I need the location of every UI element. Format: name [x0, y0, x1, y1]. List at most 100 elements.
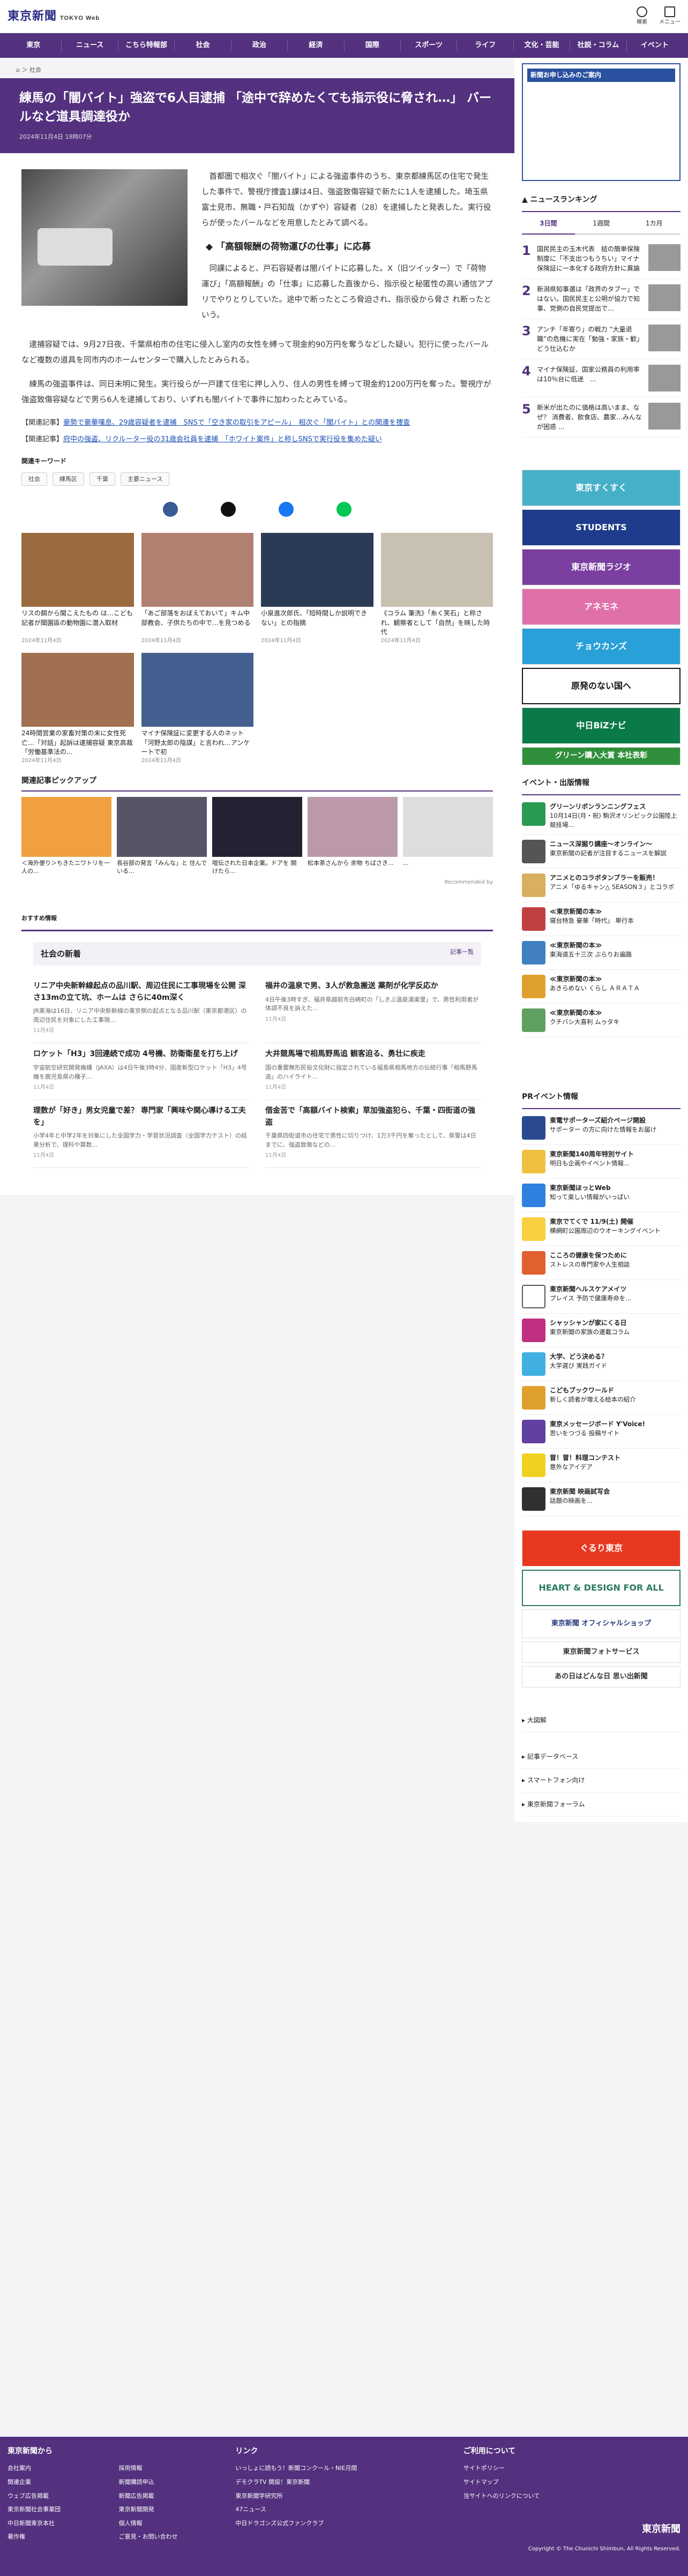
news-item[interactable]: 福井の温泉で男、3人が救急搬送 薬剤が化学反応か 4日午後3時すぎ、福井県越前市白… — [265, 975, 481, 1044]
nav-item[interactable]: 文化・芸能 — [514, 40, 571, 51]
footer-link[interactable]: デモクラTV 開設！東京新聞 — [235, 2477, 452, 2487]
ranking-item[interactable]: 4 マイナ保険証、国家公務員の利用率は10％台に低迷 ... — [522, 359, 680, 397]
nav-item[interactable]: ニュース — [62, 40, 118, 51]
pr-item[interactable]: シャッシャンが家にくる日 東京新聞の家族の連載コラム — [522, 1314, 680, 1348]
footer-link[interactable]: 東京新聞学研究所 — [235, 2491, 452, 2501]
ranking-item[interactable]: 2 新潟県知事選は「政界のタブー」ではない。国民民主と公明が協力で知事、党側の自民… — [522, 279, 680, 319]
pr-item[interactable]: こころの健康を保つために ストレスの専門家や人生相談 — [522, 1246, 680, 1281]
keyword-chip[interactable]: 練馬区 — [53, 472, 84, 486]
subscription-promo[interactable]: 新聞お申し込みのご案内 — [522, 63, 680, 181]
pr-item[interactable]: 東電サポーターズ紹介ページ開設 サポーター の方に向けた情報をお届け — [522, 1111, 680, 1146]
footer-link[interactable]: 中日新聞東京本社 — [8, 2519, 114, 2528]
banner-anemone[interactable]: アネモネ — [522, 588, 680, 625]
tab-1week[interactable]: 1週間 — [574, 214, 628, 235]
site-logo[interactable]: 東京新聞 TOKYO Web — [8, 7, 100, 26]
nav-item[interactable]: 社説・コラム — [570, 40, 627, 51]
banner-bizunavi[interactable]: 中日BiZナビ — [522, 707, 680, 744]
pr-item[interactable]: 東京新聞140周年特別サイト 明日も企画やイベント情報... — [522, 1145, 680, 1179]
related-card[interactable]: マイナ保険証に変更する人のネット「河野太郎の陰謀」と言われ…アンケートで初 20… — [141, 653, 253, 765]
news-item[interactable]: 借金苦で「高額バイト検索」草加強盗犯ら、千葉・四街道の強盗 千葉県四街道市の住宅で… — [265, 1100, 481, 1169]
banner-chokanzu[interactable]: チョウカンズ — [522, 628, 680, 665]
pr-item[interactable]: 東京でてくで 11/9(土) 開催 横網町公園周辺のウオーキングイベント — [522, 1212, 680, 1247]
banner-green[interactable]: グリーン購入大賞 本社表彰 — [522, 747, 680, 765]
event-item[interactable]: グリーンリボンランニングフェス 10月14日(月・祝) 駒沢オリンピック公園陸上競… — [522, 797, 680, 835]
related-card[interactable]: 《コラム 筆洗》「糸く笑石」と称され、観察者として「自然」を映した時代 2024年… — [380, 533, 493, 645]
footer-link[interactable]: 新聞広告掲載 — [119, 2491, 225, 2501]
pr-item[interactable]: 東京メッセージボード Y'Voice! 思いをつづる 投稿サイト — [522, 1415, 680, 1449]
ranking-item[interactable]: 1 国民民主の玉木代表 結の簡単保険制度に「不支出つもうちい」マイナ保険証に一本化… — [522, 239, 680, 279]
ranking-item[interactable]: 3 アンチ「年寄り」の戦力 “大量退職”の危機に実在「勉強・家族・歓」どう仕込むか — [522, 319, 680, 359]
x-share-icon[interactable] — [221, 502, 236, 517]
footer-link[interactable]: 新聞購読申込 — [119, 2477, 225, 2487]
keyword-chip[interactable]: 主要ニュース — [121, 472, 170, 486]
related-card[interactable]: 24時間営業の家畜対策の末に女性死亡…「対話」起訴は逮捕容疑 東京高裁「労働基準… — [21, 653, 134, 765]
banner-shop[interactable]: 東京新聞 オフィシャルショップ — [522, 1609, 680, 1639]
nav-item[interactable]: スポーツ — [401, 40, 458, 51]
related-link[interactable]: 府中の強盗、リクルーター役の31歳会社員を逮捕 「ホワイト案件」と称しSNSで実… — [63, 435, 382, 443]
side-link[interactable]: ▸ 大図解 — [522, 1709, 680, 1733]
nav-item[interactable]: 社会 — [175, 40, 231, 51]
footer-link[interactable]: 採用情報 — [119, 2464, 225, 2473]
side-link[interactable]: ▸ スマートフォン向け — [522, 1769, 680, 1793]
facebook-icon[interactable] — [279, 502, 294, 517]
related-card[interactable]: 「あご部落をおぼえておいて」キム中部教会、子供たちの中で…を見つめる 2024年1… — [141, 533, 253, 645]
event-item[interactable]: ニュース深掘り講座〜オンライン〜 東京新聞の記者が注目するニュースを解説 — [522, 835, 680, 869]
nav-item[interactable]: 政治 — [231, 40, 288, 51]
pickup-card[interactable]: 長谷部の発言「みんな」と 住んでいる... — [117, 796, 207, 876]
banner-gururi[interactable]: ぐるり東京 — [522, 1530, 680, 1567]
pr-item[interactable]: 東京新聞 映画試写会 話題の映画を... — [522, 1482, 680, 1517]
related-card[interactable]: リスの餌から聞こえたもの は…こども記者が聞園區の動物園に潜入取材 2024年11… — [21, 533, 134, 645]
news-item[interactable]: 大井競馬場で相馬野馬追 観客迫る、勇壮に疾走 国の重要無形民俗文化財に指定されてい… — [265, 1043, 481, 1101]
news-item[interactable]: 理数が「好き」男女児童で差？ 専門家「興味や関心導ける工夫を」 小学4年と中学2年… — [33, 1100, 249, 1169]
menu-button[interactable]: メニュー — [659, 6, 680, 27]
nav-item[interactable]: 経済 — [288, 40, 345, 51]
event-item[interactable]: ≪東京新聞の本≫ クチバシ大喜利 ムゥタキ — [522, 1004, 680, 1037]
footer-link[interactable]: ウェブ広告掲載 — [8, 2491, 114, 2501]
footer-link[interactable]: 関連企業 — [8, 2477, 114, 2487]
news-item[interactable]: ロケット「H3」3回連続で成功 4号機、防衛衛星を打ち上げ 宇宙航空研究開発機構（… — [33, 1043, 249, 1101]
keyword-chip[interactable]: 千葉 — [89, 472, 115, 486]
tab-3days[interactable]: 3日間 — [522, 214, 575, 235]
footer-link[interactable]: 著作権 — [8, 2532, 114, 2542]
side-link[interactable]: ▸ 記事データベース — [522, 1745, 680, 1769]
footer-link[interactable]: 会社案内 — [8, 2464, 114, 2473]
nav-item[interactable]: ライフ — [457, 40, 514, 51]
banner-sukusuku[interactable]: 東京すくすく — [522, 469, 680, 506]
pickup-card[interactable]: ＜海外便り＞ちきたニワトリを一人の... — [21, 796, 111, 876]
line-share-icon[interactable] — [336, 502, 352, 517]
banner-radio[interactable]: 東京新聞ラジオ — [522, 548, 680, 585]
footer-link[interactable]: いっしょに読もう！新聞コンクール・NIE月間 — [235, 2464, 452, 2473]
search-button[interactable]: 検索 — [637, 6, 647, 27]
article-photo[interactable] — [21, 169, 188, 306]
banner-photo[interactable]: 東京新聞フォトサービス — [522, 1641, 680, 1663]
event-item[interactable]: ≪東京新聞の本≫ あきらめない くらし ＡＲＡＴＡ — [522, 970, 680, 1004]
tab-1month[interactable]: 1カ月 — [627, 214, 681, 235]
nav-item[interactable]: 国際 — [345, 40, 401, 51]
event-item[interactable]: ≪東京新聞の本≫ 東海道五十三次 ぶらりお遍路 — [522, 936, 680, 970]
footer-logo[interactable]: 東京新聞 — [463, 2522, 680, 2537]
more-link[interactable]: 記事一覧 — [450, 947, 474, 960]
pr-item[interactable]: 冒！冒！料理コンテスト 意外なアイデア — [522, 1449, 680, 1483]
pr-item[interactable]: 東京新聞ヘルスケアメイツ プレイス 予防で健康寿命を... — [522, 1280, 680, 1314]
side-link[interactable]: ▸ 東京新聞フォーラム — [522, 1793, 680, 1817]
pickup-card[interactable]: 松本茶さんから 余物 ちばさき... — [308, 796, 398, 876]
pickup-card[interactable]: ... — [403, 796, 493, 876]
pr-item[interactable]: 大学、どう決める？ 大学選び 実践ガイド — [522, 1347, 680, 1382]
banner-genpatsu[interactable]: 原発のない国へ — [522, 667, 680, 704]
nav-item[interactable]: イベント — [627, 40, 683, 51]
related-link[interactable]: 豪勢で豪華嘆息、29歳容疑者を逮捕 SNSで「空き家の取引をアピール」 相次ぐ「… — [63, 419, 410, 427]
footer-link[interactable]: 東京新聞社会事業団 — [8, 2505, 114, 2514]
footer-link[interactable]: 東京新聞開発 — [119, 2505, 225, 2514]
related-card[interactable]: 小泉進次郎氏、「短時間しか説明できない」との指摘 2024年11月4日 — [261, 533, 373, 645]
facebook-share-icon[interactable] — [163, 502, 178, 517]
banner-heart-design[interactable]: HEART & DESIGN FOR ALL — [522, 1570, 680, 1607]
news-item[interactable]: リニア中央新幹線起点の品川駅、周辺住民に工事現場を公開 深さ13mの立て坑、ホー… — [33, 975, 249, 1044]
pickup-card[interactable]: 喧伝された日本企業。ドアを 開けたら... — [212, 796, 302, 876]
banner-omoide[interactable]: あの日はどんな日 思い出新聞 — [522, 1666, 680, 1688]
pr-item[interactable]: こどもブックワールド 新しく読者が増える絵本の紹介 — [522, 1381, 680, 1415]
ranking-item[interactable]: 5 新米が出たのに価格は高いまま、なぜ？ 消費者、飲食店、農家…みんなが困惑 ..… — [522, 397, 680, 438]
footer-link[interactable]: サイトマップ — [463, 2477, 680, 2487]
breadcrumb-item[interactable]: 社会 — [29, 66, 41, 73]
event-item[interactable]: アニメとのコラボタンブラーを販売！ アニメ「ゆるキャン△ SEASON３」とコラボ — [522, 869, 680, 902]
nav-item[interactable]: 東京 — [5, 40, 62, 51]
